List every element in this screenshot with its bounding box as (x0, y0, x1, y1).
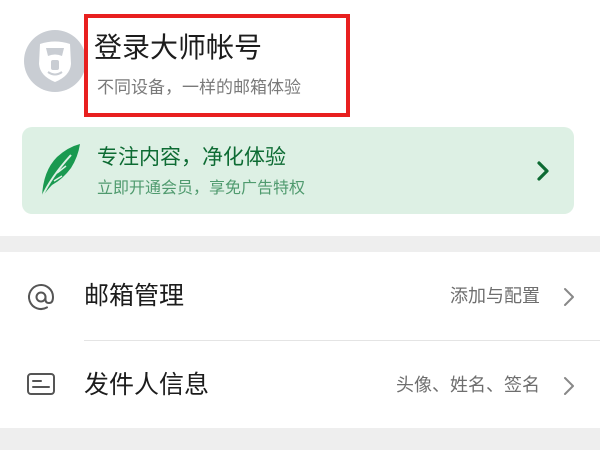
login-title[interactable]: 登录大师帐号 (94, 31, 262, 65)
sender-info-row[interactable]: 发件人信息 头像、姓名、签名 (0, 341, 600, 429)
membership-promo-banner[interactable]: 专注内容，净化体验 立即开通会员，享免广告特权 (22, 127, 574, 214)
mailbox-management-value: 添加与配置 (450, 286, 540, 307)
chevron-right-icon (564, 377, 574, 395)
account-settings-screen: 登录大师帐号 不同设备，一样的邮箱体验 专注内容，净化体验 立即开通会员，享免广… (0, 0, 600, 450)
feather-icon (41, 144, 80, 198)
sender-info-label: 发件人信息 (84, 370, 210, 399)
chevron-right-icon (537, 161, 549, 181)
lion-avatar-icon[interactable] (24, 30, 86, 92)
promo-subtitle: 立即开通会员，享免广告特权 (97, 178, 306, 197)
login-header[interactable]: 登录大师帐号 不同设备，一样的邮箱体验 (0, 0, 600, 120)
chevron-right-icon (564, 288, 574, 306)
section-separator (0, 236, 600, 252)
mailbox-management-row[interactable]: 邮箱管理 添加与配置 (0, 252, 600, 340)
login-highlight-frame (84, 14, 350, 117)
at-sign-icon (28, 284, 55, 310)
promo-title: 专注内容，净化体验 (97, 145, 286, 169)
section-separator (0, 428, 600, 450)
sender-info-value: 头像、姓名、签名 (396, 375, 540, 396)
mailbox-management-label: 邮箱管理 (84, 281, 185, 310)
login-subtitle: 不同设备，一样的邮箱体验 (97, 78, 301, 98)
id-card-icon (27, 373, 55, 395)
